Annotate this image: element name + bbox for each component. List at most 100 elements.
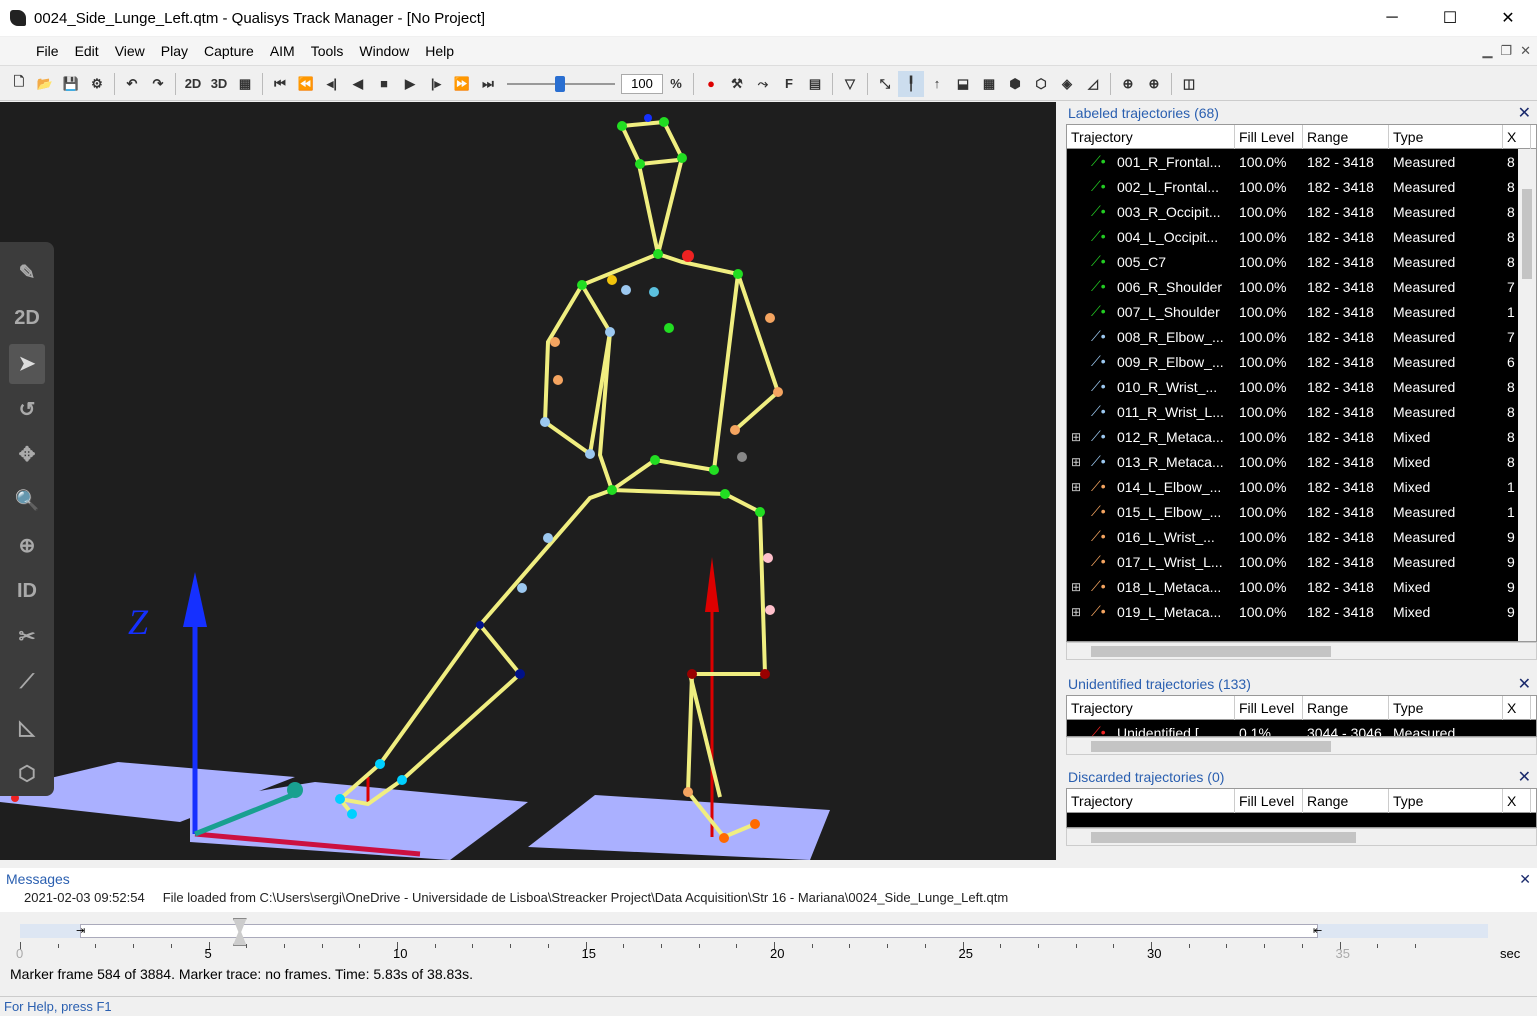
menu-play[interactable]: Play — [153, 43, 196, 59]
record-icon[interactable]: ● — [698, 71, 724, 97]
play-backward-icon[interactable]: ◀ — [345, 71, 371, 97]
trajectory-row[interactable]: ⟋• 005_C7 100.0% 182 - 3418 Measured 8 — [1067, 249, 1536, 274]
trajectory-row[interactable]: ⊞ ⟋• 018_L_Metaca... 100.0% 182 - 3418 Mixed 9 — [1067, 574, 1536, 599]
3d-view[interactable]: Z ✎ 2D ➤ ↺ ✥ 🔍 ⊕ ID ✂ ⟋ ◺ ⬡ — [0, 102, 1056, 860]
move-icon[interactable]: ✥ — [9, 435, 45, 475]
close-discarded-icon[interactable]: ✕ — [1518, 767, 1531, 787]
force-arrow-icon[interactable]: ↑ — [924, 71, 950, 97]
trajectory-row[interactable]: ⟋• 006_R_Shoulder 100.0% 182 - 3418 Measured… — [1067, 274, 1536, 299]
view-3d-button[interactable]: 3D — [206, 71, 232, 97]
menu-help[interactable]: Help — [417, 43, 462, 59]
trajectory-row[interactable]: ⟋• 017_L_Wrist_L... 100.0% 182 - 3418 Measur… — [1067, 549, 1536, 574]
view-2d-button[interactable]: 2D — [180, 71, 206, 97]
menu-capture[interactable]: Capture — [196, 43, 262, 59]
trajectory-row[interactable]: ⊞ ⟋• 013_R_Metaca... 100.0% 182 - 3418 Mixed 8 — [1067, 449, 1536, 474]
bone-icon[interactable]: ⤡ — [872, 71, 898, 97]
open-folder-icon[interactable]: 📂 — [32, 71, 58, 97]
center-icon[interactable]: ⊕ — [9, 526, 45, 566]
new-file-icon[interactable]: 🗋 — [6, 71, 32, 97]
vertical-scrollbar[interactable] — [1518, 149, 1536, 641]
marker-icon[interactable]: ╿ — [898, 70, 924, 97]
trajectory-icon[interactable]: ⤳ — [750, 71, 776, 97]
trajectory-row[interactable]: ⟋• 010_R_Wrist_... 100.0% 182 - 3418 Measure… — [1067, 374, 1536, 399]
mdi-minimize-icon[interactable]: ▁ — [1482, 43, 1492, 59]
table-icon[interactable]: ▤ — [802, 71, 828, 97]
trajectory-row[interactable]: ⟋• 003_R_Occipit... 100.0% 182 - 3418 Measur… — [1067, 199, 1536, 224]
trajectory-row[interactable]: ⟋• 009_R_Elbow_... 100.0% 182 - 3418 Measure… — [1067, 349, 1536, 374]
close-labeled-icon[interactable]: ✕ — [1518, 103, 1531, 123]
trajectory-row[interactable]: ⟋• 008_R_Elbow_... 100.0% 182 - 3418 Measure… — [1067, 324, 1536, 349]
save-icon[interactable]: 💾 — [58, 71, 84, 97]
trajectory-row[interactable]: ⟋• 002_L_Frontal... 100.0% 182 - 3418 Measur… — [1067, 174, 1536, 199]
undo-icon[interactable]: ↶ — [119, 71, 145, 97]
discarded-hscroll[interactable] — [1066, 828, 1537, 846]
first-frame-icon[interactable]: ⏮ — [267, 71, 293, 97]
video-view-icon[interactable]: ▦ — [232, 71, 258, 97]
settings-gear-icon[interactable]: ⚙ — [84, 71, 110, 97]
menu-window[interactable]: Window — [351, 43, 417, 59]
tool-icon[interactable]: ⚒ — [724, 71, 750, 97]
trajectory-row[interactable]: ⊞ ⟋• 012_R_Metaca... 100.0% 182 - 3418 Mixed 8 — [1067, 424, 1536, 449]
redo-icon[interactable]: ↷ — [145, 71, 171, 97]
trajectory-row[interactable]: ⟋• 015_L_Elbow_... 100.0% 182 - 3418 Measure… — [1067, 499, 1536, 524]
trajectory-row[interactable]: ⟋• 004_L_Occipit... 100.0% 182 - 3418 Measur… — [1067, 224, 1536, 249]
select-cursor-icon[interactable]: ➤ — [9, 344, 45, 384]
tool-2d-button[interactable]: 2D — [9, 299, 45, 339]
trajectory-row[interactable]: ⊞ ⟋• 019_L_Metaca... 100.0% 182 - 3418 Mixed 9 — [1067, 599, 1536, 624]
range-end-marker[interactable]: ⇤ — [1313, 924, 1322, 937]
close-messages-icon[interactable]: ✕ — [1519, 871, 1531, 888]
unidentified-hscroll[interactable] — [1066, 737, 1537, 755]
box-icon[interactable]: ⬡ — [1028, 71, 1054, 97]
trajectory-row[interactable]: ⟋• 011_R_Wrist_L... 100.0% 182 - 3418 Measur… — [1067, 399, 1536, 424]
identify-button[interactable]: ID — [9, 572, 45, 612]
last-frame-icon[interactable]: ⏭ — [475, 71, 501, 97]
expand-icon[interactable]: ⊞ — [1071, 430, 1091, 444]
close-unidentified-icon[interactable]: ✕ — [1518, 674, 1531, 694]
camera-view-icon[interactable]: ◺ — [9, 708, 45, 748]
trajectory-row[interactable]: ⊞ ⟋• 014_L_Elbow_... 100.0% 182 - 3418 Mixed 1 — [1067, 474, 1536, 499]
labeled-hscroll[interactable] — [1066, 642, 1537, 660]
rotate-icon[interactable]: ↺ — [9, 390, 45, 430]
menu-tools[interactable]: Tools — [303, 43, 352, 59]
play-icon[interactable]: ▶ — [397, 71, 423, 97]
pen-icon[interactable]: ✎ — [9, 253, 45, 293]
trajectory-row[interactable]: ⟋• 007_L_Shoulder 100.0% 182 - 3418 Measured… — [1067, 299, 1536, 324]
menu-view[interactable]: View — [107, 43, 153, 59]
menu-aim[interactable]: AIM — [262, 43, 303, 59]
volume-icon[interactable]: ⬢ — [1002, 71, 1028, 97]
rewind-fast-icon[interactable]: ⏪ — [293, 71, 319, 97]
stop-icon[interactable]: ■ — [371, 71, 397, 97]
maximize-button[interactable]: ☐ — [1421, 0, 1479, 36]
trajectory-row[interactable]: ⟋• 001_R_Frontal... 100.0% 182 - 3418 Measur… — [1067, 149, 1536, 174]
expand-icon[interactable]: ⊞ — [1071, 580, 1091, 594]
menu-edit[interactable]: Edit — [67, 43, 107, 59]
trajectory-row[interactable]: ⟋• 016_L_Wrist_... 100.0% 182 - 3418 Measure… — [1067, 524, 1536, 549]
bone-tool-icon[interactable]: ⟋ — [9, 663, 45, 703]
playback-speed-slider[interactable] — [507, 74, 615, 94]
close-button[interactable]: ✕ — [1479, 0, 1537, 36]
camera-icon[interactable]: ◿ — [1080, 71, 1106, 97]
grid-icon[interactable]: ▦ — [976, 71, 1002, 97]
forward-fast-icon[interactable]: ⏩ — [449, 71, 475, 97]
range-start-marker[interactable]: ⇥ — [76, 924, 85, 937]
timeline-range[interactable] — [80, 924, 1318, 938]
plate-icon[interactable]: ⬓ — [950, 71, 976, 97]
plot-icon[interactable]: ◫ — [1176, 71, 1202, 97]
playback-speed-field[interactable]: 100 — [621, 73, 663, 94]
expand-icon[interactable]: ⊞ — [1071, 605, 1091, 619]
force-button[interactable]: F — [776, 71, 802, 97]
crosshair-icon[interactable]: ⊕ — [1115, 71, 1141, 97]
menu-file[interactable]: File — [28, 43, 67, 59]
crosshair-plus-icon[interactable]: ⊕ — [1141, 71, 1167, 97]
expand-icon[interactable]: ⊞ — [1071, 480, 1091, 494]
expand-icon[interactable]: ⊞ — [1071, 455, 1091, 469]
step-forward-icon[interactable]: |▸ — [423, 71, 449, 97]
cube-icon[interactable]: ◈ — [1054, 71, 1080, 97]
zoom-icon[interactable]: 🔍 — [9, 481, 45, 521]
step-back-icon[interactable]: ◂| — [319, 71, 345, 97]
filter-icon[interactable]: ▽ — [837, 71, 863, 97]
cut-icon[interactable]: ✂ — [9, 617, 45, 657]
mdi-close-icon[interactable]: ✕ — [1520, 43, 1531, 59]
mdi-restore-icon[interactable]: ❐ — [1500, 43, 1512, 59]
cube-view-icon[interactable]: ⬡ — [9, 754, 45, 794]
